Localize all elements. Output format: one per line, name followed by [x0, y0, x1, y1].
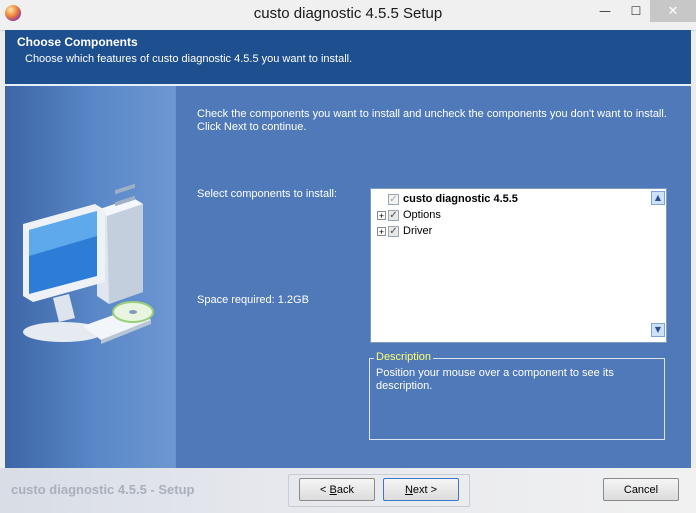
description-legend: Description — [374, 351, 434, 363]
next-accelerator: N — [404, 483, 413, 496]
footer-bar: custo diagnostic 4.5.5 - Setup < Back Ne… — [0, 468, 696, 513]
tree-item-custo-diagnostic[interactable]: ✓ custo diagnostic 4.5.5 — [377, 192, 518, 206]
back-accelerator: B — [329, 483, 337, 496]
brand-text: custo diagnostic 4.5.5 - Setup — [11, 482, 195, 497]
side-illustration-panel — [5, 86, 175, 468]
back-prefix: < — [320, 483, 330, 496]
maximize-button[interactable]: ☐ — [622, 0, 650, 22]
tree-item-options[interactable]: + ✓ Options — [377, 208, 441, 222]
checkbox-icon[interactable]: ✓ — [388, 225, 399, 237]
checkbox-icon[interactable]: ✓ — [388, 193, 399, 205]
back-button[interactable]: < Back — [299, 478, 375, 501]
description-group: Description Position your mouse over a c… — [369, 351, 665, 440]
checkbox-icon[interactable]: ✓ — [388, 209, 399, 221]
tree-item-label: Driver — [403, 225, 433, 237]
select-components-label: Select components to install: — [197, 188, 338, 200]
tree-item-label: Options — [403, 209, 441, 221]
page-subtitle: Choose which features of custo diagnosti… — [25, 53, 353, 65]
back-label: ack — [336, 483, 354, 496]
expand-icon[interactable]: + — [377, 226, 386, 236]
panel-divider — [175, 86, 176, 468]
next-label: ext > — [412, 483, 438, 496]
instructions-text: Check the components you want to install… — [197, 108, 667, 133]
title-bar[interactable]: custo diagnostic 4.5.5 Setup — ☐ ✕ — [0, 0, 696, 31]
minimize-button[interactable]: — — [590, 0, 620, 22]
close-button[interactable]: ✕ — [650, 0, 696, 22]
expand-icon[interactable]: + — [377, 210, 386, 220]
cancel-button[interactable]: Cancel — [603, 478, 679, 501]
scroll-up-icon[interactable]: ▲ — [651, 191, 665, 205]
installer-window: custo diagnostic 4.5.5 Setup — ☐ ✕ Choos… — [0, 0, 696, 513]
page-header: Choose Components Choose which features … — [5, 30, 691, 86]
computer-illustration-icon — [23, 183, 154, 344]
tree-item-driver[interactable]: + ✓ Driver — [377, 224, 432, 238]
page-title: Choose Components — [17, 35, 138, 49]
scroll-down-icon[interactable]: ▼ — [651, 323, 665, 337]
components-tree[interactable]: ✓ custo diagnostic 4.5.5 + ✓ Options + ✓… — [370, 188, 667, 343]
main-panel: Check the components you want to install… — [5, 86, 691, 468]
space-required-label: Space required: 1.2GB — [197, 294, 309, 306]
tree-item-label: custo diagnostic 4.5.5 — [403, 193, 518, 205]
next-button[interactable]: Next > — [383, 478, 459, 501]
description-text: Position your mouse over a component to … — [376, 367, 614, 392]
